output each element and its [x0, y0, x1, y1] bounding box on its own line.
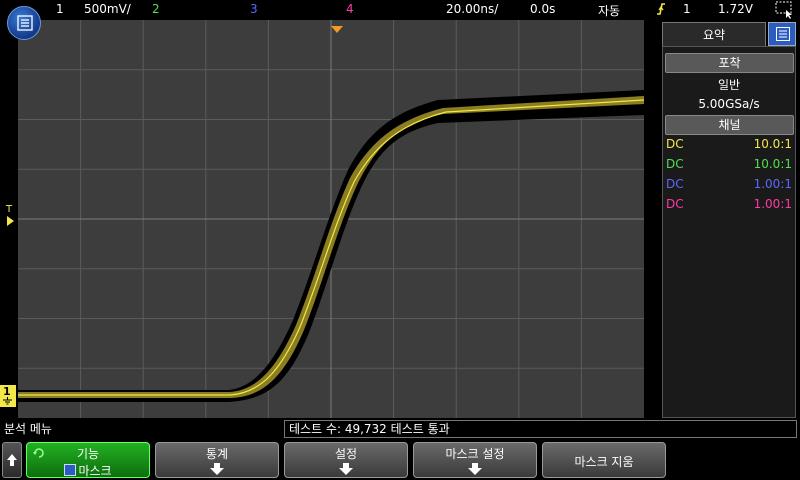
ch3-probe: 1.00:1: [753, 177, 792, 191]
status-bar: 1 500mV/ 2 3 4 20.00ns/ 0.0s 자동 1 1.72V: [0, 0, 800, 20]
tab-summary[interactable]: 요약: [662, 22, 766, 46]
softkey-function[interactable]: 기능 마스크: [26, 442, 150, 478]
channel-header[interactable]: 채널: [665, 115, 794, 135]
softkey-setup-label: 설정: [334, 447, 358, 461]
ch1-scale[interactable]: 500mV/: [84, 2, 131, 16]
back-arrow-icon: [7, 454, 17, 466]
waveform-display[interactable]: [18, 20, 645, 418]
panel-list-icon: [776, 27, 790, 41]
trigger-level-label: T: [6, 204, 13, 215]
checkbox-icon: [64, 464, 77, 476]
down-arrow-icon: [468, 463, 482, 475]
ch1-number[interactable]: 1: [56, 2, 64, 16]
acquisition-mode: 일반: [717, 78, 741, 92]
back-button[interactable]: [2, 442, 22, 478]
ch1-probe: 10.0:1: [753, 137, 792, 151]
timebase-scale[interactable]: 20.00ns/: [446, 2, 498, 16]
softkey-setup[interactable]: 설정: [284, 442, 408, 478]
time-delay[interactable]: 0.0s: [530, 2, 555, 16]
rising-edge-icon: [656, 1, 666, 20]
acquisition-header[interactable]: 포착: [665, 53, 794, 73]
sample-rate: 5.00GSa/s: [698, 97, 760, 111]
softkey-mask-setup[interactable]: 마스크 설정: [413, 442, 537, 478]
ch4-number[interactable]: 4: [346, 2, 354, 16]
softkey-statistics-label: 통계: [205, 447, 229, 461]
softkey-mask-setup-label: 마스크 설정: [445, 447, 505, 461]
down-arrow-icon: [210, 463, 224, 475]
softkey-function-sub: 마스크: [78, 464, 112, 478]
main-menu-button[interactable]: [7, 6, 41, 40]
menu-title: 분석 메뉴: [0, 420, 282, 438]
softkey-statistics[interactable]: 통계: [155, 442, 279, 478]
softkey-clear-mask-label: 마스크 지움: [574, 455, 634, 469]
ch1-ground-marker[interactable]: 1: [0, 385, 16, 407]
menu-list-icon: [17, 15, 33, 31]
softkey-function-label: 기능: [76, 447, 100, 461]
softkey-function-value: 마스크: [64, 462, 112, 479]
channel-row-1: DC 10.0:1: [666, 137, 792, 153]
screen-select-icon[interactable]: [775, 1, 795, 22]
trigger-source[interactable]: 1: [683, 2, 691, 16]
trigger-level[interactable]: 1.72V: [718, 2, 753, 16]
rotate-knob-icon: [33, 448, 44, 458]
ch2-coupling: DC: [666, 157, 684, 171]
status-message: 테스트 수: 49,732 테스트 통과: [284, 420, 797, 438]
channel-row-3: DC 1.00:1: [666, 177, 792, 193]
ch4-probe: 1.00:1: [753, 197, 792, 211]
ch3-coupling: DC: [666, 177, 684, 191]
ch2-probe: 10.0:1: [753, 157, 792, 171]
tab-panel-list[interactable]: [768, 22, 796, 46]
channel-row-2: DC 10.0:1: [666, 157, 792, 173]
softkey-clear-mask[interactable]: 마스크 지움: [542, 442, 666, 478]
trigger-level-marker[interactable]: T: [6, 204, 14, 226]
channel-row-4: DC 1.00:1: [666, 197, 792, 213]
trigger-position-marker[interactable]: [331, 19, 343, 38]
ch4-coupling: DC: [666, 197, 684, 211]
ch2-number[interactable]: 2: [152, 2, 160, 16]
ch3-number[interactable]: 3: [250, 2, 258, 16]
trigger-mode[interactable]: 자동: [598, 2, 620, 19]
ch1-coupling: DC: [666, 137, 684, 151]
down-arrow-icon: [339, 463, 353, 475]
